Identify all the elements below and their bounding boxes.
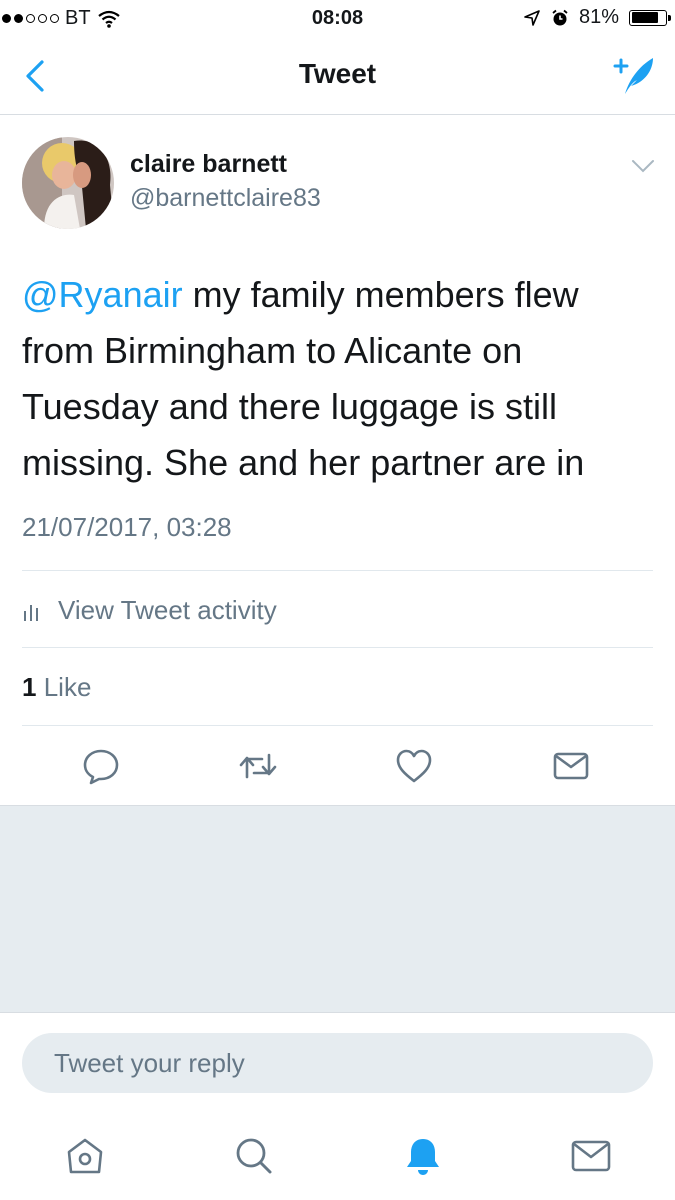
status-bar-right: 81% [523, 6, 671, 29]
reply-placeholder: Tweet your reply [54, 1047, 245, 1078]
tab-notifications[interactable] [401, 1132, 445, 1180]
empty-replies-area [0, 805, 675, 1013]
tweet-timestamp: 21/07/2017, 03:28 [22, 512, 232, 542]
divider [22, 570, 653, 571]
reply-icon [83, 749, 119, 785]
home-icon [67, 1138, 103, 1174]
tab-search[interactable] [232, 1132, 276, 1180]
likes-count[interactable]: 1 Like [22, 672, 91, 703]
retweet-icon [239, 753, 277, 779]
direct-message-button[interactable] [551, 744, 591, 788]
tweet-actions [0, 744, 675, 788]
battery-icon [629, 9, 671, 26]
page-title: Tweet [298, 58, 377, 89]
analytics-icon [24, 605, 38, 621]
chevron-down-icon [632, 160, 654, 173]
like-count-number: 1 [22, 672, 37, 702]
reply-button[interactable] [81, 744, 121, 788]
like-button[interactable] [394, 744, 434, 788]
messages-envelope-icon [571, 1140, 611, 1172]
search-icon [236, 1138, 272, 1174]
reply-input[interactable]: Tweet your reply [22, 1033, 653, 1093]
retweet-button[interactable] [238, 744, 278, 788]
compose-quill-icon [613, 58, 653, 94]
tab-messages[interactable] [569, 1132, 613, 1180]
heart-icon [396, 749, 432, 783]
mention-link[interactable]: @Ryanair [22, 274, 183, 315]
avatar[interactable] [22, 137, 114, 229]
alarm-icon [552, 9, 568, 25]
battery-fill [631, 12, 659, 23]
divider [22, 647, 653, 648]
tweet-options-button[interactable] [631, 158, 655, 174]
navigation-bar: Tweet [0, 38, 675, 115]
battery-percentage: 81% [578, 6, 619, 28]
view-tweet-activity-label: View Tweet activity [58, 594, 277, 625]
envelope-icon [553, 752, 589, 780]
tab-bar [0, 1120, 675, 1200]
location-arrow-icon [524, 9, 540, 26]
tab-home[interactable] [63, 1132, 107, 1180]
notifications-bell-icon [407, 1139, 439, 1175]
tweet-author-name[interactable]: claire barnett [130, 150, 287, 179]
tweet-text: @Ryanair my family members flew from Bir… [22, 267, 652, 491]
compose-tweet-button[interactable] [611, 52, 657, 98]
status-bar: BT 08:08 81% [0, 0, 675, 38]
tweet-author-handle[interactable]: @barnettclaire83 [130, 184, 321, 213]
divider [22, 725, 653, 726]
view-tweet-activity-link[interactable]: View Tweet activity [22, 592, 277, 628]
like-count-label: Like [43, 672, 92, 702]
profile-photo [22, 137, 114, 229]
